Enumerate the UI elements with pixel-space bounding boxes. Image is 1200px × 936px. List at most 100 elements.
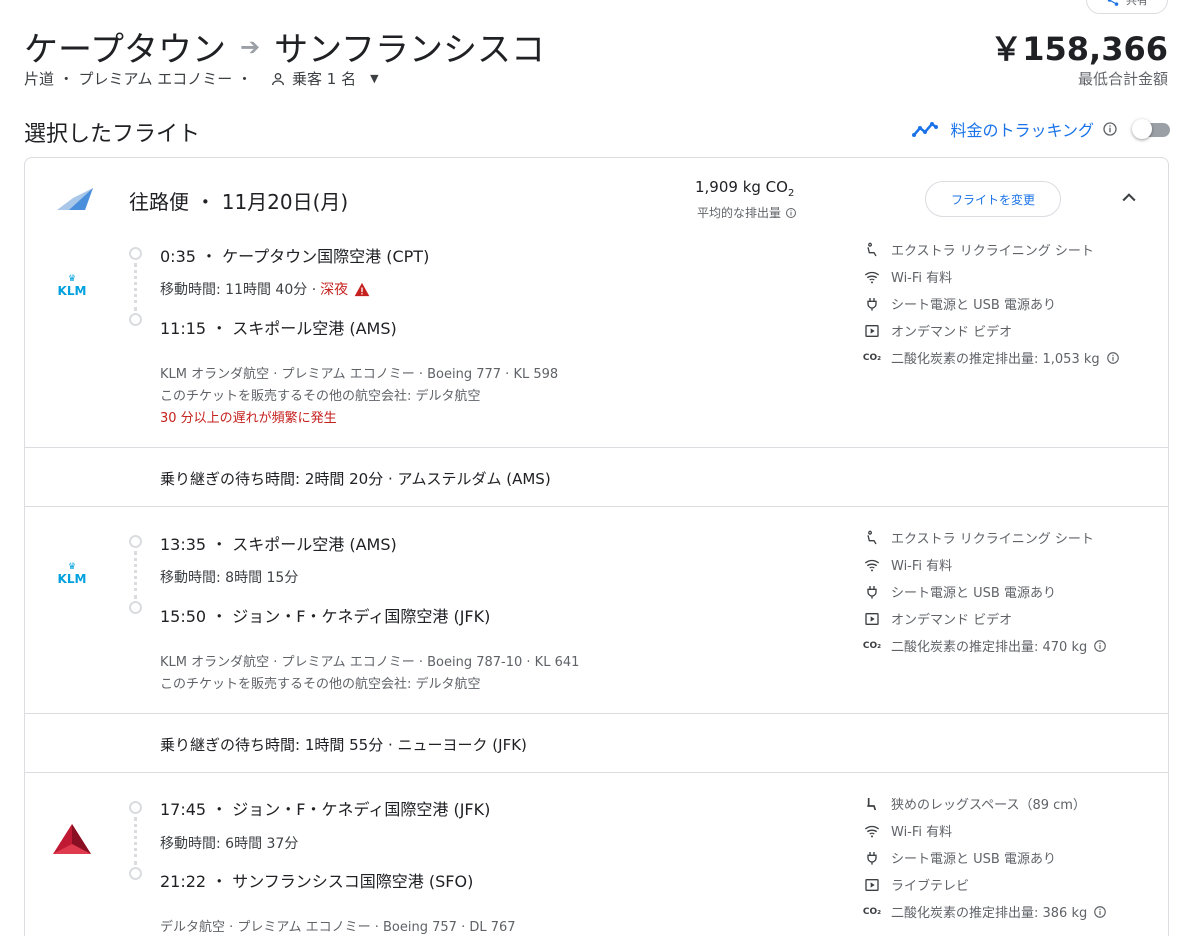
amenity-power: シート電源と USB 電源あり <box>863 848 1056 867</box>
collapse-button[interactable] <box>1117 186 1141 210</box>
amenity-label: 二酸化炭素の推定排出量: 386 kg <box>891 906 1088 921</box>
total-price: ￥158,366 <box>990 30 1168 68</box>
depart-dot <box>129 535 142 548</box>
amenity-co2: CO₂ 二酸化炭素の推定排出量: 386 kg <box>863 902 1107 921</box>
trip-type-class: 片道 ・ プレミアム エコノミー ・ <box>24 70 253 88</box>
amenity-co2: CO₂ 二酸化炭素の推定排出量: 1,053 kg <box>863 348 1120 367</box>
co2-icon: CO₂ <box>862 352 882 363</box>
co2-average-label: 平均的な排出量 <box>697 206 782 220</box>
power-plug-icon <box>863 584 881 600</box>
dropdown-caret-icon[interactable]: ▼ <box>370 72 378 85</box>
amenity-label: 狭めのレッグスペース（89 cm） <box>891 798 1086 813</box>
travel-duration: 移動時間: 8時間 15分 <box>160 567 298 587</box>
share-button[interactable]: 共有 <box>1086 0 1168 14</box>
amenity-label: シート電源と USB 電源あり <box>891 852 1056 867</box>
svg-text:♛: ♛ <box>68 562 76 572</box>
segment-timeline <box>129 801 143 881</box>
amenity-label: 二酸化炭素の推定排出量: 1,053 kg <box>891 352 1100 367</box>
wifi-icon <box>863 557 881 573</box>
timeline-dotted-line <box>134 263 137 311</box>
tv-icon <box>863 877 881 893</box>
amenity-label: Wi-Fi 有料 <box>891 559 953 574</box>
klm-logo-icon: ♛ KLM <box>58 562 87 586</box>
co2-total: 1,909 kg CO2 <box>695 178 794 199</box>
price-tracking[interactable]: 料金のトラッキング <box>912 117 1172 141</box>
amenity-label: オンデマンド ビデオ <box>891 325 1013 340</box>
co2-icon: CO₂ <box>862 640 882 651</box>
delay-warning: 30 分以上の遅れが頻繁に発生 <box>160 411 337 426</box>
info-icon[interactable] <box>1093 905 1107 919</box>
selected-flights-heading: 選択したフライト <box>24 122 201 147</box>
amenity-power: シート電源と USB 電源あり <box>863 294 1056 313</box>
video-icon <box>863 323 881 339</box>
amenity-power: シート電源と USB 電源あり <box>863 582 1056 601</box>
change-flight-button[interactable]: フライトを変更 <box>925 181 1061 217</box>
trip-meta: 片道 ・ プレミアム エコノミー ・ 乗客 1 名 ▼ <box>24 68 379 89</box>
co2-total-value: 1,909 kg CO <box>695 178 788 196</box>
info-icon[interactable] <box>1102 121 1118 137</box>
power-plug-icon <box>863 850 881 866</box>
flight-card: 往路便 ・ 11月20日(月) 1,909 kg CO2 平均的な排出量 フライ… <box>24 157 1169 936</box>
amenity-label: 二酸化炭素の推定排出量: 470 kg <box>891 640 1088 655</box>
amenity-label: オンデマンド ビデオ <box>891 613 1013 628</box>
co2-icon: CO₂ <box>862 906 882 917</box>
info-icon[interactable] <box>1093 639 1107 653</box>
layover-info: 乗り継ぎの待ち時間: 2時間 20分 · アムステルダム (AMS) <box>160 470 551 488</box>
departure-info: 13:35 ・ スキポール空港 (AMS) <box>160 535 397 554</box>
toggle-knob <box>1132 119 1152 139</box>
segment-timeline <box>129 247 143 327</box>
trending-icon <box>912 122 939 137</box>
power-plug-icon <box>863 296 881 312</box>
divider <box>25 772 1168 773</box>
delta-logo-icon <box>53 824 91 854</box>
co2-subscript: 2 <box>787 188 795 199</box>
departure-info: 17:45 ・ ジョン・F・ケネディ国際空港 (JFK) <box>160 800 491 819</box>
tracking-label[interactable]: 料金のトラッキング <box>950 117 1094 141</box>
amenity-recline: エクストラ リクライニング シート <box>863 528 1094 547</box>
seat-legroom-icon <box>863 796 881 812</box>
arrival-info: 15:50 ・ ジョン・F・ケネディ国際空港 (JFK) <box>160 607 491 626</box>
amenity-label: エクストラ リクライニング シート <box>891 244 1094 259</box>
arrive-dot <box>129 313 142 326</box>
amenity-live-tv: ライブテレビ <box>863 875 969 894</box>
arrival-info: 11:15 ・ スキポール空港 (AMS) <box>160 319 397 338</box>
klm-logo-icon: ♛ KLM <box>58 274 87 298</box>
departure-info: 0:35 ・ ケープタウン国際空港 (CPT) <box>160 247 430 266</box>
amenity-label: Wi-Fi 有料 <box>891 271 953 286</box>
arrival-info: 21:22 ・ サンフランシスコ国際空港 (SFO) <box>160 872 474 891</box>
amenity-video: オンデマンド ビデオ <box>863 321 1012 340</box>
amenity-video: オンデマンド ビデオ <box>863 609 1012 628</box>
info-icon[interactable] <box>1106 351 1120 365</box>
depart-dot <box>129 247 142 260</box>
seat-recline-icon <box>863 530 881 546</box>
share-icon <box>1107 0 1119 6</box>
svg-text:♛: ♛ <box>68 274 76 284</box>
segment-timeline <box>129 535 143 615</box>
arrive-dot <box>129 867 142 880</box>
other-sellers: このチケットを販売するその他の航空会社: デルタ航空 <box>160 677 481 692</box>
amenity-label: ライブテレビ <box>891 879 970 894</box>
outbound-date-title: 往路便 ・ 11月20日(月) <box>129 190 349 214</box>
share-label: 共有 <box>1126 0 1148 7</box>
amenity-label: Wi-Fi 有料 <box>891 825 953 840</box>
duration-text: 移動時間: 6時間 37分 <box>160 836 299 852</box>
wifi-icon <box>863 823 881 839</box>
amenity-wifi: Wi-Fi 有料 <box>863 555 952 574</box>
amenity-wifi: Wi-Fi 有料 <box>863 821 952 840</box>
seat-recline-icon <box>863 242 881 258</box>
arrive-dot <box>129 601 142 614</box>
svg-text:KLM: KLM <box>58 284 87 298</box>
divider <box>25 713 1168 714</box>
amenity-wifi: Wi-Fi 有料 <box>863 267 952 286</box>
other-sellers: このチケットを販売するその他の航空会社: デルタ航空 <box>160 389 481 404</box>
info-icon[interactable] <box>785 207 797 219</box>
passenger-count[interactable]: 乗客 1 名 <box>292 68 356 89</box>
amenity-recline: エクストラ リクライニング シート <box>863 240 1094 259</box>
duration-text: 移動時間: 8時間 15分 <box>160 570 299 586</box>
card-header: 往路便 ・ 11月20日(月) 1,909 kg CO2 平均的な排出量 フライ… <box>25 158 1168 238</box>
tracking-toggle[interactable] <box>1132 118 1172 140</box>
chevron-up-icon <box>1122 193 1136 202</box>
timeline-dotted-line <box>134 551 137 599</box>
divider <box>25 447 1168 448</box>
svg-text:KLM: KLM <box>58 572 87 586</box>
